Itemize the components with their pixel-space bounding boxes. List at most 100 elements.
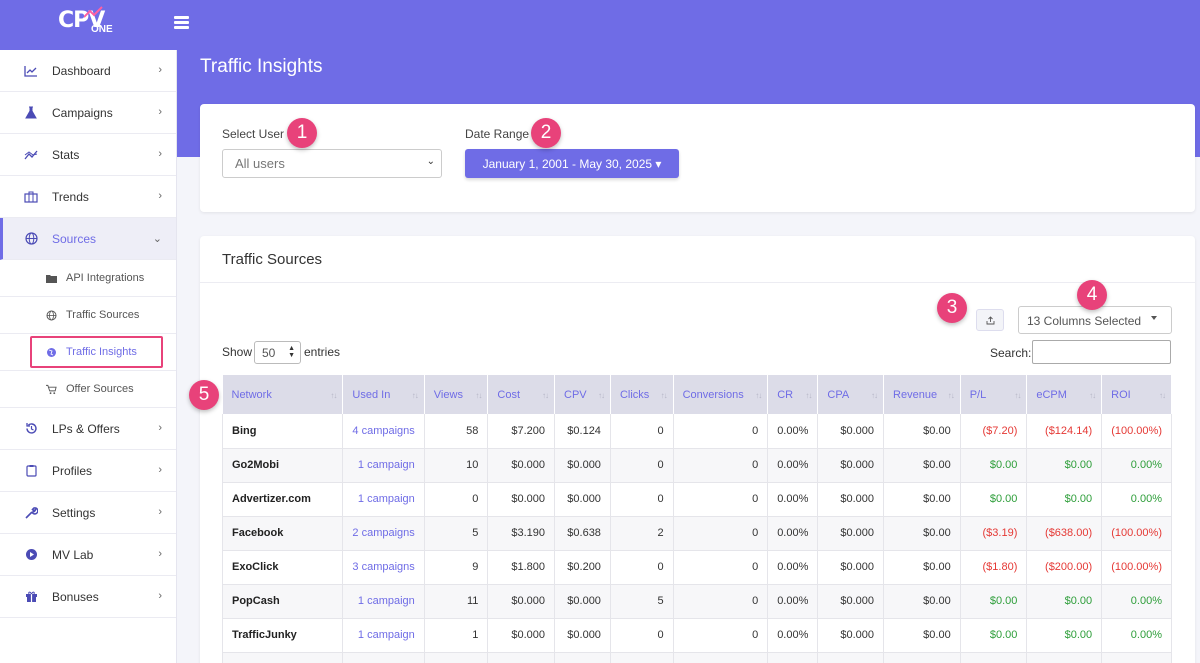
table-cell-used-in[interactable] xyxy=(342,652,425,663)
sidebar-subitem-label: Offer Sources xyxy=(66,383,134,395)
column-header-label: P/L xyxy=(969,388,987,401)
table-cell-roi: 0.00% xyxy=(1101,618,1172,653)
table-cell-ecpm: $0.00 xyxy=(1026,584,1103,619)
logo-spark-icon xyxy=(84,6,103,18)
logo[interactable]: CPV ONE xyxy=(58,6,113,35)
search-input[interactable] xyxy=(1032,340,1171,364)
column-header-label: Views xyxy=(433,388,463,401)
sidebar-item-profiles[interactable]: Profiles › xyxy=(0,450,176,492)
entries-select[interactable]: 50 ▲ ▼ xyxy=(254,341,301,364)
chevron-down-icon: ⌄ xyxy=(152,233,162,245)
table-cell-used-in[interactable]: 1 campaign xyxy=(342,448,425,483)
sidebar-item-dashboard[interactable]: Dashboard › xyxy=(0,50,176,92)
page-title: Traffic Insights xyxy=(200,56,323,77)
column-header[interactable]: Revenue ↑↓ xyxy=(883,375,961,414)
sidebar-subitem-label: Traffic Sources xyxy=(66,309,140,321)
table-cell-cost: $0.000 xyxy=(487,584,556,619)
annotation-badge-2: 2 xyxy=(531,118,561,148)
table-cell-views: 0 xyxy=(424,482,489,517)
table-cell-cost: $0.000 xyxy=(487,618,556,653)
sort-icon: ↑↓ xyxy=(1159,391,1166,400)
table-cell-conversions: 0 xyxy=(673,482,769,517)
table-cell-cpv xyxy=(554,652,611,663)
sidebar-subitem-traffic-insights[interactable]: Traffic Insights xyxy=(0,334,176,371)
upload-icon xyxy=(986,315,994,324)
clipboard-icon xyxy=(24,464,38,478)
cart-icon xyxy=(46,384,57,395)
column-header[interactable]: CPV ↑↓ xyxy=(554,375,611,414)
table-cell-cost: $7.200 xyxy=(487,414,556,449)
sidebar-item-settings[interactable]: Settings › xyxy=(0,492,176,534)
divider xyxy=(200,282,1195,283)
column-header-label: Network xyxy=(231,388,272,401)
table-cell-clicks: 0 xyxy=(610,482,674,517)
column-header[interactable]: Cost ↑↓ xyxy=(487,375,556,414)
table-cell-cr: 0.00% xyxy=(767,618,819,653)
select-user-label: Select User xyxy=(222,127,285,141)
table-cell-clicks: 2 xyxy=(610,516,674,551)
sort-icon: ↑↓ xyxy=(475,391,482,400)
sidebar-item-sources[interactable]: Sources ⌄ xyxy=(0,218,176,260)
sidebar-item-label: Bonuses xyxy=(52,589,99,604)
sidebar-item-lps-offers[interactable]: LPs & Offers › xyxy=(0,408,176,450)
export-button[interactable] xyxy=(976,309,1004,331)
table-cell-used-in[interactable]: 1 campaign xyxy=(342,584,425,619)
table-cell-revenue: $0.00 xyxy=(883,584,961,619)
table-cell-cr: 0.00% xyxy=(767,482,819,517)
folder-icon xyxy=(46,273,57,284)
columns-select[interactable]: 13 Columns Selected xyxy=(1018,306,1172,334)
table-cell-network: PopCash xyxy=(221,584,344,619)
chevron-right-icon: › xyxy=(158,590,162,602)
table-cell-cpv: $0.638 xyxy=(554,516,611,551)
table-cell-cpa: $0.000 xyxy=(817,516,885,551)
column-header[interactable]: Network ↑↓ xyxy=(222,375,344,414)
column-header[interactable]: CPA ↑↓ xyxy=(817,375,885,414)
user-select[interactable]: All users ⌄ xyxy=(222,149,442,178)
menu-toggle-icon[interactable] xyxy=(174,16,189,30)
table-cell-views: 11 xyxy=(424,584,489,619)
chevron-right-icon: › xyxy=(158,106,162,118)
column-header[interactable]: Clicks ↑↓ xyxy=(610,375,674,414)
table-cell-ecpm: $0.00 xyxy=(1026,448,1103,483)
table-cell-pl: ($3.19) xyxy=(960,516,1028,551)
table-header-row: Network ↑↓ Used In ↑↓ Views ↑↓ Cost ↑↓ CPV ↑↓… xyxy=(222,375,1172,414)
disc-icon xyxy=(24,548,38,562)
caret-down-icon xyxy=(1151,316,1157,320)
sort-icon: ↑↓ xyxy=(871,391,878,400)
table-cell-used-in[interactable]: 1 campaign xyxy=(342,618,425,653)
annotation-badge-4: 4 xyxy=(1077,280,1107,310)
table-cell-cr: 0.00% xyxy=(767,448,819,483)
sidebar-item-bonuses[interactable]: Bonuses › xyxy=(0,576,176,618)
updown-icon: ▲ ▼ xyxy=(288,345,295,359)
column-header[interactable]: ROI ↑↓ xyxy=(1101,375,1172,414)
table-cell-views: 5 xyxy=(424,516,489,551)
table-cell-used-in[interactable]: 4 campaigns xyxy=(342,414,425,449)
column-header[interactable]: P/L ↑↓ xyxy=(960,375,1028,414)
sidebar-item-campaigns[interactable]: Campaigns › xyxy=(0,92,176,134)
column-header[interactable]: Views ↑↓ xyxy=(424,375,489,414)
column-header[interactable]: Used In ↑↓ xyxy=(342,375,425,414)
sidebar-subitem-traffic-sources[interactable]: Traffic Sources xyxy=(0,297,176,334)
table-cell-used-in[interactable]: 3 campaigns xyxy=(342,550,425,585)
date-range-button[interactable]: January 1, 2001 - May 30, 2025 ▾ xyxy=(465,149,679,178)
table-cell-used-in[interactable]: 1 campaign xyxy=(342,482,425,517)
table-cell-pl: $0.00 xyxy=(960,448,1028,483)
column-header-label: Conversions xyxy=(682,388,744,401)
table-cell-ecpm: $0.00 xyxy=(1026,482,1103,517)
card-title: Traffic Sources xyxy=(222,251,323,268)
sidebar-item-stats[interactable]: Stats › xyxy=(0,134,176,176)
table-cell-cr xyxy=(767,652,819,663)
table-cell-cpv: $0.000 xyxy=(554,448,611,483)
table-cell-used-in[interactable]: 2 campaigns xyxy=(342,516,425,551)
table-cell-network: Advertizer.com xyxy=(221,482,344,517)
sidebar-subitem-api-integrations[interactable]: API Integrations xyxy=(0,260,176,297)
sidebar-subitem-offer-sources[interactable]: Offer Sources xyxy=(0,371,176,408)
column-header[interactable]: CR ↑↓ xyxy=(767,375,819,414)
table-cell-ecpm xyxy=(1026,652,1103,663)
user-select-value: All users xyxy=(235,156,285,171)
sidebar-item-mv-lab[interactable]: MV Lab › xyxy=(0,534,176,576)
table-cell-roi: (100.00%) xyxy=(1101,516,1172,551)
column-header[interactable]: eCPM ↑↓ xyxy=(1026,375,1103,414)
sidebar-item-trends[interactable]: Trends › xyxy=(0,176,176,218)
column-header[interactable]: Conversions ↑↓ xyxy=(673,375,769,414)
